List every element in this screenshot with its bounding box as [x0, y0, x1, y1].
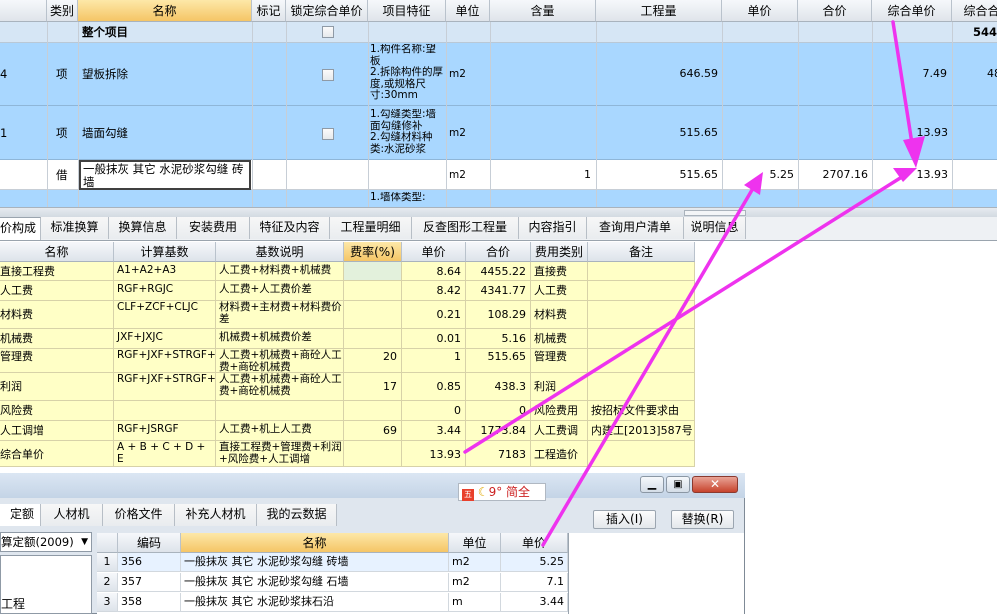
cell-price: 5.25 [501, 553, 568, 572]
cell-no: 3 [97, 593, 118, 612]
arrowhead-icon [744, 172, 763, 195]
arrow-line [463, 173, 907, 454]
arrow-line [541, 188, 754, 547]
cell-no: 1 [97, 553, 118, 572]
cell-name: 一般抹灰 其它 水泥砂浆勾缝 砖墙 [181, 553, 449, 572]
arrowhead-icon [903, 136, 925, 168]
cell-unit: m2 [449, 573, 501, 592]
annotation-arrows [463, 20, 925, 547]
cell-price: 3.44 [501, 593, 568, 612]
cell-name: 一般抹灰 其它 水泥砂浆勾缝 石墙 [181, 573, 449, 592]
cell-code: 357 [118, 573, 181, 592]
cell-code: 356 [118, 553, 181, 572]
cell-name: 一般抹灰 其它 水泥砂浆抹石沿 [181, 593, 449, 612]
cell-code: 358 [118, 593, 181, 612]
cell-no: 2 [97, 573, 118, 592]
arrow-line [891, 20, 915, 152]
cell-unit: m2 [449, 553, 501, 572]
cell-unit: m [449, 593, 501, 612]
cell-price: 7.1 [501, 573, 568, 592]
